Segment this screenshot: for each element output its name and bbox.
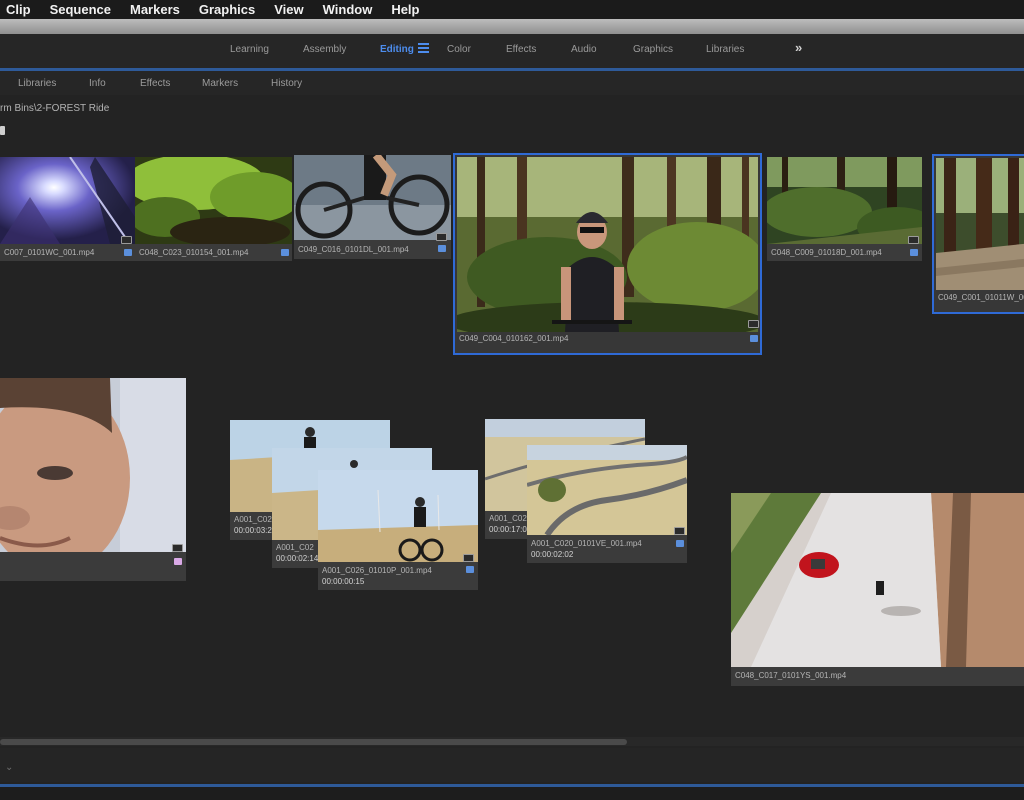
clip-type-icon xyxy=(463,554,474,562)
panel-tab-bar: Libraries Info Effects Markers History xyxy=(0,71,1024,95)
workspace-effects[interactable]: Effects xyxy=(506,44,536,55)
label-color-badge xyxy=(676,540,684,547)
menu-help[interactable]: Help xyxy=(391,2,419,17)
workspace-audio[interactable]: Audio xyxy=(571,44,597,55)
bin-icon[interactable] xyxy=(0,126,5,135)
title-bar xyxy=(0,19,1024,34)
tab-markers[interactable]: Markers xyxy=(202,78,238,89)
clip-duration: 00:00:00:15 xyxy=(322,577,365,586)
clip-type-icon xyxy=(908,236,919,244)
clip-type-icon xyxy=(674,527,685,535)
clip-name: C049_C004_010162_001.mp4 xyxy=(459,334,569,343)
clip-duration: 00:00:17:0 xyxy=(489,525,527,534)
clip-duration: 00:00:03:2 xyxy=(234,526,272,535)
status-bar xyxy=(0,787,1024,800)
clip-type-icon xyxy=(121,236,132,244)
clip-thumbnail-selected[interactable]: C049_C001_01011W_001 xyxy=(932,154,1024,314)
workspace-assembly[interactable]: Assembly xyxy=(303,44,346,55)
label-color-badge xyxy=(466,566,474,573)
clip-preview-image xyxy=(527,445,687,535)
clip-duration: 00:00:02:02 xyxy=(531,550,574,559)
tab-info[interactable]: Info xyxy=(89,78,106,89)
clip-thumbnail[interactable]: C048_C023_010154_001.mp4 xyxy=(135,157,292,261)
clip-name: A001_C02 xyxy=(234,515,272,524)
clip-thumbnail[interactable]: C048_C017_0101YS_001.mp4 xyxy=(731,493,1024,686)
clip-name: A001_C02 xyxy=(489,514,527,523)
menu-graphics[interactable]: Graphics xyxy=(199,2,255,17)
menu-sequence[interactable]: Sequence xyxy=(50,2,111,17)
premiere-window: { "menu": ["Clip", "Sequence", "Markers"… xyxy=(0,0,1024,800)
label-color-badge xyxy=(750,335,758,342)
clip-preview-image xyxy=(457,157,758,332)
label-color-badge xyxy=(174,558,182,565)
clip-name: C049_C001_01011W_001 xyxy=(938,293,1024,302)
menu-clip[interactable]: Clip xyxy=(6,2,31,17)
clip-thumbnail[interactable]: C007_0101WC_001.mp4 xyxy=(0,157,135,261)
bottom-panel xyxy=(0,748,1024,782)
tab-history[interactable]: History xyxy=(271,78,302,89)
clip-preview-image xyxy=(936,158,1024,290)
scrollbar-thumb[interactable] xyxy=(0,739,627,745)
clip-type-icon xyxy=(436,233,447,241)
label-color-badge xyxy=(124,249,132,256)
tab-libraries[interactable]: Libraries xyxy=(18,78,56,89)
clip-thumbnail-selected[interactable]: C049_C004_010162_001.mp4 xyxy=(453,153,762,355)
clip-thumbnail[interactable]: C048_C009_01018D_001.mp4 xyxy=(767,157,922,261)
clip-thumbnail[interactable]: C049_C016_0101DL_001.mp4 xyxy=(294,155,451,259)
clip-preview-image xyxy=(135,157,292,244)
clip-name: C048_C017_0101YS_001.mp4 xyxy=(735,671,847,680)
clip-preview-image xyxy=(731,493,1024,667)
more-workspaces-icon[interactable]: » xyxy=(795,40,802,55)
workspace-editing[interactable]: Editing xyxy=(380,44,414,55)
workspace-color[interactable]: Color xyxy=(447,44,471,55)
workspace-libraries[interactable]: Libraries xyxy=(706,44,744,55)
workspace-menu-icon[interactable] xyxy=(418,43,429,55)
menu-markers[interactable]: Markers xyxy=(130,2,180,17)
menu-window[interactable]: Window xyxy=(323,2,373,17)
clip-name: C049_C016_0101DL_001.mp4 xyxy=(298,245,409,254)
clip-preview-image xyxy=(318,470,478,562)
label-color-badge xyxy=(910,249,918,256)
clip-duration: 00:00:02:14 xyxy=(276,554,319,563)
clip-name: A001_C020_0101VE_001.mp4 xyxy=(531,539,642,548)
clip-type-icon xyxy=(748,320,759,328)
clip-name: C007_0101WC_001.mp4 xyxy=(4,248,95,257)
clip-type-icon xyxy=(172,544,183,552)
clip-preview-image xyxy=(767,157,922,244)
workspace-bar: Learning Assembly Editing Color Effects … xyxy=(0,34,1024,68)
clip-thumbnail[interactable]: A001_C026_01010P_001.mp4 00:00:00:15 xyxy=(318,470,478,590)
chevron-down-icon[interactable]: ⌄ xyxy=(5,762,13,773)
label-color-badge xyxy=(281,249,289,256)
clip-preview-image xyxy=(0,378,186,552)
menu-bar: Clip Sequence Markers Graphics View Wind… xyxy=(0,0,1024,19)
workspace-learning[interactable]: Learning xyxy=(230,44,269,55)
label-color-badge xyxy=(438,245,446,252)
clip-thumbnail[interactable] xyxy=(0,378,186,581)
workspace-graphics[interactable]: Graphics xyxy=(633,44,673,55)
clip-preview-image xyxy=(294,155,451,240)
clip-thumbnail[interactable]: A001_C020_0101VE_001.mp4 00:00:02:02 xyxy=(527,445,687,563)
menu-view[interactable]: View xyxy=(274,2,303,17)
clip-name: C048_C009_01018D_001.mp4 xyxy=(771,248,882,257)
clip-name: A001_C02 xyxy=(276,543,314,552)
clip-preview-image xyxy=(0,157,135,244)
bin-path: rm Bins\2-FOREST Ride xyxy=(0,103,110,114)
clip-name: A001_C026_01010P_001.mp4 xyxy=(322,566,432,575)
clip-name: C048_C023_010154_001.mp4 xyxy=(139,248,249,257)
tab-effects[interactable]: Effects xyxy=(140,78,170,89)
